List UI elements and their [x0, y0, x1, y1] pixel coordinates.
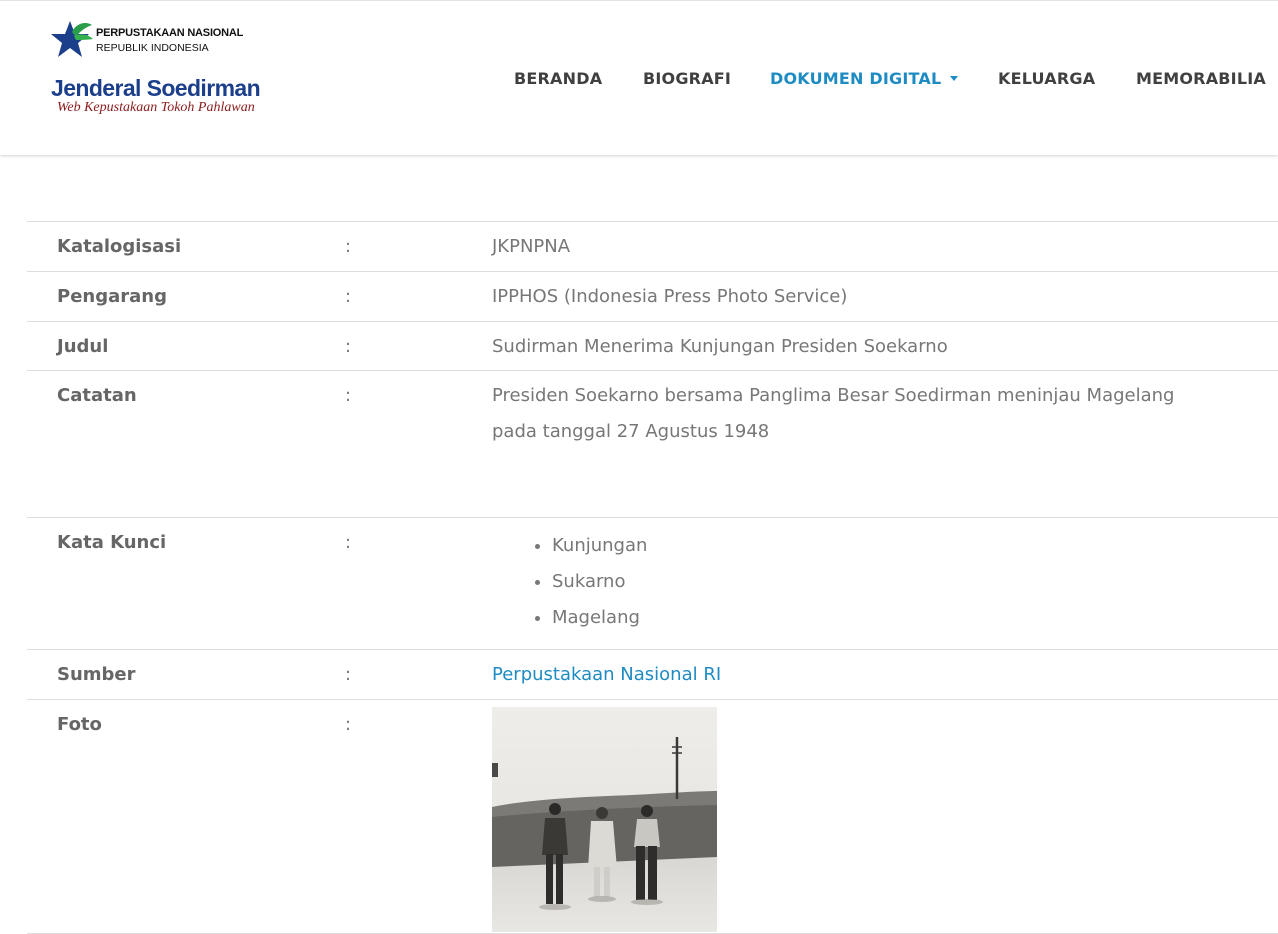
- caret-down-icon: [950, 76, 959, 81]
- row-kata-kunci: Kata Kunci : Kunjungan Sukarno Magelang: [27, 518, 1278, 650]
- row-sumber: Sumber : Perpustakaan Nasional RI: [27, 650, 1278, 700]
- row-katalogisasi: Katalogisasi : JKPNPNA: [27, 222, 1278, 272]
- label-pengarang: Pengarang: [57, 286, 167, 307]
- label-foto: Foto: [57, 714, 102, 735]
- historical-photo[interactable]: [492, 707, 717, 932]
- nav-dokumen-digital-label: DOKUMEN DIGITAL: [770, 69, 942, 88]
- label-judul: Judul: [57, 336, 109, 357]
- separator-colon: :: [345, 532, 352, 553]
- row-catatan: Catatan : Presiden Soekarno bersama Pang…: [27, 371, 1278, 518]
- photo-image-icon: [492, 707, 717, 932]
- label-catatan: Catatan: [57, 385, 137, 406]
- nav-beranda[interactable]: BERANDA: [514, 67, 602, 91]
- separator-colon: :: [345, 664, 352, 685]
- nav-biografi-label: BIOGRAFI: [643, 69, 732, 88]
- nav-keluarga-label: KELUARGA: [998, 69, 1096, 88]
- value-pengarang: IPPHOS (Indonesia Press Photo Service): [492, 286, 848, 307]
- nav-memorabilia[interactable]: MEMORABILIA: [1136, 67, 1266, 91]
- site-header: PERPUSTAKAAN NASIONAL REPUBLIK INDONESIA…: [0, 0, 1278, 155]
- nav-memorabilia-label: MEMORABILIA: [1136, 69, 1266, 88]
- value-katalogisasi: JKPNPNA: [492, 236, 571, 257]
- logo-org-line2: REPUBLIK INDONESIA: [96, 42, 209, 54]
- label-katalogisasi: Katalogisasi: [57, 236, 182, 257]
- value-catatan-line2: pada tanggal 27 Agustus 1948: [492, 421, 770, 442]
- value-sumber: Perpustakaan Nasional RI: [492, 657, 1262, 693]
- keyword-item: Sukarno: [552, 564, 1262, 600]
- row-judul: Judul : Sudirman Menerima Kunjungan Pres…: [27, 322, 1278, 371]
- value-judul: Sudirman Menerima Kunjungan Presiden Soe…: [492, 336, 948, 357]
- nav-biografi[interactable]: BIOGRAFI: [643, 67, 731, 91]
- sumber-link[interactable]: Perpustakaan Nasional RI: [492, 664, 721, 685]
- separator-colon: :: [345, 714, 352, 735]
- row-pengarang: Pengarang : IPPHOS (Indonesia Press Phot…: [27, 272, 1278, 322]
- detail-table: Katalogisasi : JKPNPNA Pengarang : IPPHO…: [27, 221, 1278, 934]
- keyword-list: Kunjungan Sukarno Magelang: [492, 528, 1262, 636]
- separator-colon: :: [345, 385, 352, 406]
- row-foto: Foto :: [27, 700, 1278, 934]
- keyword-item: Magelang: [552, 600, 1262, 636]
- label-kata-kunci: Kata Kunci: [57, 532, 167, 553]
- nav-keluarga[interactable]: KELUARGA: [998, 67, 1095, 91]
- separator-colon: :: [345, 336, 352, 357]
- value-catatan: Presiden Soekarno bersama Panglima Besar…: [492, 378, 1262, 450]
- label-sumber: Sumber: [57, 664, 136, 685]
- value-kata-kunci: Kunjungan Sukarno Magelang: [492, 528, 1262, 636]
- keyword-item: Kunjungan: [552, 528, 1262, 564]
- value-catatan-line1: Presiden Soekarno bersama Panglima Besar…: [492, 385, 1175, 406]
- nav-beranda-label: BERANDA: [514, 69, 603, 88]
- nav-dokumen-digital[interactable]: DOKUMEN DIGITAL: [770, 67, 959, 91]
- star-logo-icon: [51, 21, 93, 57]
- separator-colon: :: [345, 236, 352, 257]
- main-nav: BERANDA BIOGRAFI DOKUMEN DIGITAL KELUARG…: [0, 67, 1278, 91]
- logo-tagline: Web Kepustakaan Tokoh Pahlawan: [57, 100, 255, 115]
- separator-colon: :: [345, 286, 352, 307]
- logo-org-line1: PERPUSTAKAAN NASIONAL: [96, 27, 244, 39]
